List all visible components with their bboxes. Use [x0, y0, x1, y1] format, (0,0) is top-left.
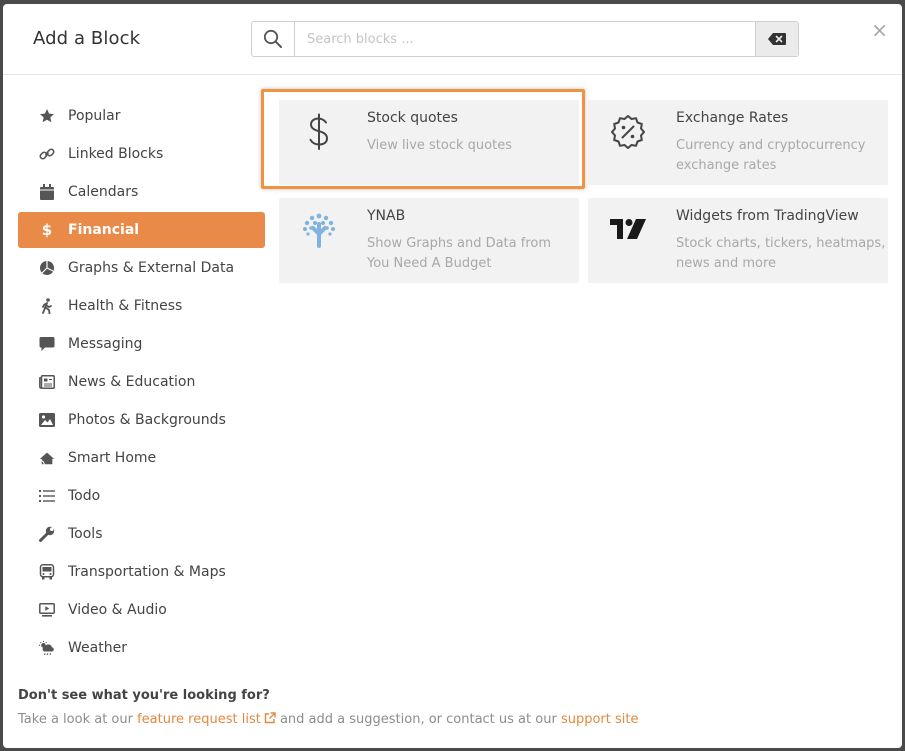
footer-text-part: Take a look at our — [18, 712, 138, 727]
sidebar-item-tools[interactable]: Tools — [18, 516, 265, 552]
sidebar-item-label: News & Education — [68, 374, 196, 390]
sidebar-item-label: Health & Fitness — [68, 298, 183, 314]
footer-text: Take a look at our feature request list … — [18, 712, 638, 728]
bus-icon — [39, 564, 55, 580]
search-icon — [252, 22, 295, 56]
block-description: View live stock quotes — [367, 138, 512, 153]
category-sidebar: Popular Linked Blocks Calendars $ Financ… — [18, 98, 265, 668]
backspace-icon — [768, 30, 786, 49]
calendar-icon — [39, 184, 55, 200]
sidebar-item-weather[interactable]: Weather — [18, 630, 265, 666]
sidebar-item-photos[interactable]: Photos & Backgrounds — [18, 402, 265, 438]
star-icon — [39, 108, 55, 124]
walking-icon — [39, 298, 55, 314]
sidebar-item-label: Linked Blocks — [68, 146, 164, 162]
sidebar-item-label: Smart Home — [68, 450, 157, 466]
block-card-ynab[interactable]: YNAB Show Graphs and Data from You Need … — [279, 198, 579, 283]
footer-question: Don't see what you're looking for? — [18, 688, 270, 703]
clear-search-button[interactable] — [755, 22, 798, 56]
sidebar-item-todo[interactable]: Todo — [18, 478, 265, 514]
dollar-sign-icon — [297, 110, 341, 154]
sidebar-item-news[interactable]: News & Education — [18, 364, 265, 400]
block-card-tradingview[interactable]: Widgets from TradingView Stock charts, t… — [588, 198, 888, 283]
sidebar-item-label: Photos & Backgrounds — [68, 412, 226, 428]
newspaper-icon — [39, 374, 55, 390]
modal-footer: Don't see what you're looking for? Take … — [18, 688, 638, 728]
block-title: Exchange Rates — [676, 110, 789, 126]
sidebar-item-popular[interactable]: Popular — [18, 98, 265, 134]
sidebar-item-graphs[interactable]: Graphs & External Data — [18, 250, 265, 286]
sidebar-item-label: Video & Audio — [68, 602, 167, 618]
sidebar-item-financial[interactable]: $ Financial — [18, 212, 265, 248]
link-icon — [39, 146, 55, 162]
percent-badge-icon — [606, 110, 650, 154]
wrench-icon — [39, 526, 55, 542]
tradingview-logo-icon — [606, 208, 650, 252]
smart-home-icon — [39, 450, 55, 466]
close-modal-button[interactable]: × — [871, 20, 888, 40]
sidebar-item-smart-home[interactable]: Smart Home — [18, 440, 265, 476]
feature-request-link[interactable]: feature request list — [137, 712, 276, 727]
chart-pie-icon — [39, 260, 55, 276]
sidebar-item-label: Messaging — [68, 336, 143, 352]
sidebar-item-label: Transportation & Maps — [68, 564, 226, 580]
sidebar-item-label: Todo — [68, 488, 101, 504]
sidebar-item-transportation[interactable]: Transportation & Maps — [18, 554, 265, 590]
block-title: Widgets from TradingView — [676, 208, 859, 224]
sidebar-item-video-audio[interactable]: Video & Audio — [18, 592, 265, 628]
video-icon — [39, 602, 55, 618]
support-site-link[interactable]: support site — [561, 712, 639, 727]
block-card-exchange-rates[interactable]: Exchange Rates Currency and cryptocurren… — [588, 100, 888, 185]
sidebar-item-label: Weather — [68, 640, 127, 656]
modal-header: Add a Block × — [3, 4, 902, 75]
block-card-stock-quotes[interactable]: Stock quotes View live stock quotes — [279, 100, 579, 185]
external-link-icon — [264, 712, 276, 728]
sidebar-item-messaging[interactable]: Messaging — [18, 326, 265, 362]
block-title: Stock quotes — [367, 110, 458, 126]
image-icon — [39, 412, 55, 428]
footer-text-part: and add a suggestion, or contact us at o… — [275, 712, 561, 727]
comment-icon — [39, 336, 55, 352]
ynab-tree-icon — [297, 208, 341, 252]
add-block-modal: Add a Block × Popular Linked Blocks Cale… — [3, 4, 902, 748]
sidebar-item-label: Tools — [68, 526, 103, 542]
block-description: Stock charts, tickers, heatmaps, news an… — [676, 236, 886, 271]
list-icon — [39, 488, 55, 504]
sidebar-item-calendars[interactable]: Calendars — [18, 174, 265, 210]
sidebar-item-label: Popular — [68, 108, 121, 124]
search-input[interactable] — [295, 22, 755, 56]
sidebar-item-health[interactable]: Health & Fitness — [18, 288, 265, 324]
search-group — [251, 21, 799, 57]
sidebar-item-label: Graphs & External Data — [68, 260, 235, 276]
sidebar-item-label: Calendars — [68, 184, 139, 200]
sidebar-item-linked-blocks[interactable]: Linked Blocks — [18, 136, 265, 172]
cloud-sun-icon — [39, 640, 55, 656]
sidebar-item-label: Financial — [68, 222, 140, 238]
block-title: YNAB — [367, 208, 406, 224]
block-description: Currency and cryptocurrency exchange rat… — [676, 138, 866, 173]
block-description: Show Graphs and Data from You Need A Bud… — [367, 236, 552, 271]
dollar-icon: $ — [41, 221, 53, 239]
feature-request-link-label: feature request list — [137, 712, 261, 727]
modal-title: Add a Block — [33, 28, 141, 49]
